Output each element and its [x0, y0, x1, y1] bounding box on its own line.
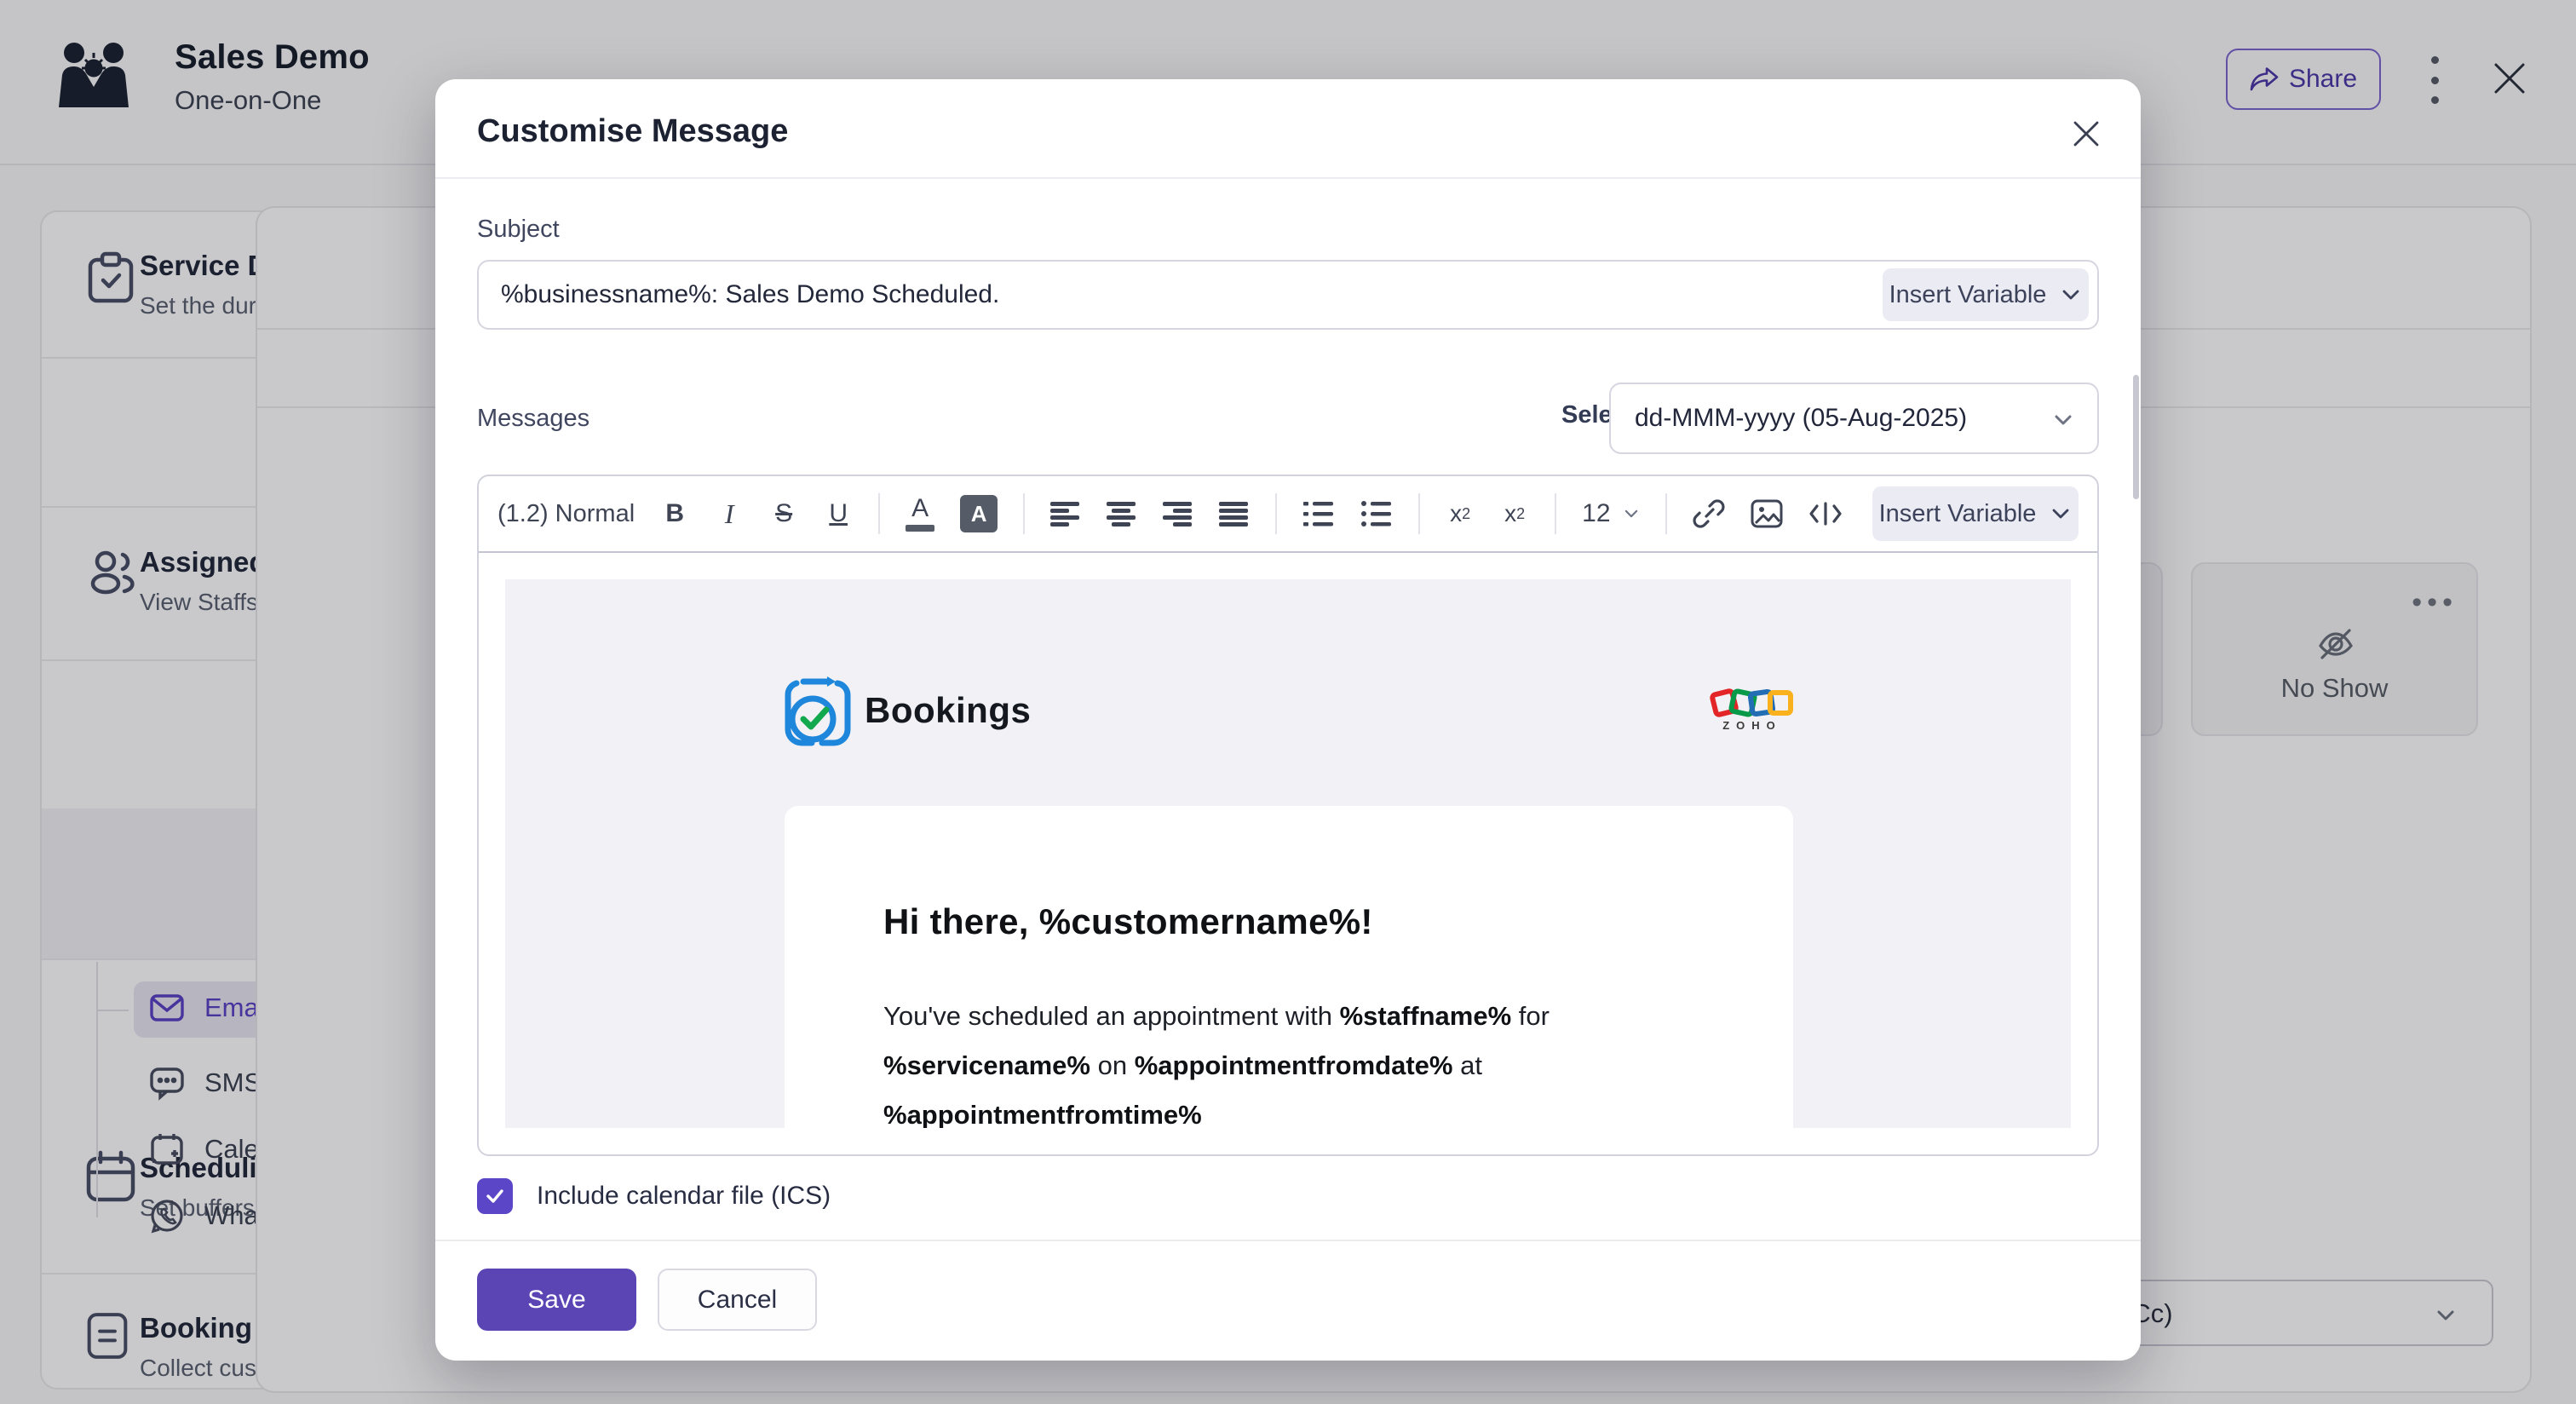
- ics-checkbox-label: Include calendar file (ICS): [537, 1182, 831, 1211]
- date-format-select[interactable]: dd-MMM-yyyy (05-Aug-2025): [1609, 383, 2099, 454]
- check-icon: [484, 1185, 506, 1207]
- message-editor: (1.2) Normal B I S U A A: [477, 475, 2099, 1156]
- toolbar-divider: [1665, 493, 1667, 534]
- zoho-wordmark: ZOHO: [1722, 719, 1782, 732]
- superscript-button[interactable]: x2: [1446, 490, 1475, 538]
- font-size-dropdown[interactable]: 12: [1582, 490, 1639, 538]
- modal-scrollbar-thumb[interactable]: [2133, 375, 2139, 499]
- bullet-list-icon: [1360, 500, 1393, 527]
- chevron-down-icon: [2060, 284, 2082, 306]
- customise-message-modal: Customise Message Subject Insert Variabl…: [435, 79, 2141, 1361]
- bookings-logo: Bookings: [785, 675, 1031, 746]
- align-left-button[interactable]: [1050, 490, 1081, 538]
- image-icon: [1751, 499, 1783, 528]
- align-left-icon: [1050, 501, 1081, 526]
- toolbar-divider: [1418, 493, 1420, 534]
- subject-label: Subject: [477, 216, 560, 244]
- link-icon: [1693, 498, 1725, 530]
- editor-content[interactable]: Bookings ZOHO Hi there, %customername%! …: [479, 553, 2097, 1154]
- bold-button[interactable]: B: [660, 490, 689, 538]
- align-center-icon: [1107, 501, 1137, 526]
- email-header: Bookings ZOHO: [785, 675, 1793, 746]
- code-view-button[interactable]: [1808, 490, 1843, 538]
- email-preview: Bookings ZOHO Hi there, %customername%! …: [505, 579, 2071, 1128]
- chevron-down-icon: [2050, 503, 2072, 525]
- underline-button[interactable]: U: [824, 490, 853, 538]
- modal-footer-divider: [435, 1240, 2141, 1241]
- align-right-icon: [1163, 501, 1193, 526]
- insert-image-button[interactable]: [1751, 490, 1783, 538]
- italic-button[interactable]: I: [715, 490, 744, 538]
- zoho-logo-squares: [1711, 690, 1793, 716]
- messages-label: Messages: [477, 405, 589, 433]
- toolbar-divider: [1275, 493, 1277, 534]
- toolbar-divider: [878, 493, 880, 534]
- ordered-list-button[interactable]: [1302, 490, 1335, 538]
- chevron-down-icon: [1623, 505, 1640, 522]
- ordered-list-icon: [1302, 500, 1335, 527]
- align-justify-button[interactable]: [1219, 490, 1250, 538]
- subscript-button[interactable]: x2: [1500, 490, 1529, 538]
- email-greeting: Hi there, %customername%!: [883, 901, 1694, 942]
- save-button[interactable]: Save: [477, 1269, 636, 1331]
- toolbar-divider: [1023, 493, 1025, 534]
- insert-variable-button-editor[interactable]: Insert Variable: [1872, 486, 2079, 541]
- editor-toolbar: (1.2) Normal B I S U A A: [479, 476, 2097, 553]
- text-color-button[interactable]: A: [906, 490, 934, 538]
- toolbar-divider: [1555, 493, 1556, 534]
- email-body: You've scheduled an appointment with %st…: [883, 992, 1694, 1128]
- zoho-logo: ZOHO: [1711, 690, 1793, 732]
- ics-checkbox[interactable]: [477, 1178, 513, 1214]
- bookings-logo-icon: [785, 675, 851, 746]
- modal-close-icon[interactable]: [2071, 118, 2102, 149]
- bullet-list-button[interactable]: [1360, 490, 1393, 538]
- highlight-color-button[interactable]: A: [960, 490, 998, 538]
- modal-title: Customise Message: [477, 113, 788, 150]
- align-justify-icon: [1219, 501, 1250, 526]
- align-center-button[interactable]: [1107, 490, 1137, 538]
- paragraph-style-dropdown[interactable]: (1.2) Normal: [497, 490, 635, 538]
- strikethrough-button[interactable]: S: [769, 490, 798, 538]
- bookings-wordmark: Bookings: [865, 690, 1031, 731]
- modal-header-divider: [435, 177, 2141, 179]
- code-icon: [1808, 499, 1843, 528]
- chevron-down-icon: [2051, 408, 2075, 432]
- align-right-button[interactable]: [1163, 490, 1193, 538]
- cancel-button[interactable]: Cancel: [658, 1269, 817, 1331]
- insert-variable-button-subject[interactable]: Insert Variable: [1883, 268, 2089, 321]
- ics-checkbox-row: Include calendar file (ICS): [477, 1178, 831, 1214]
- insert-link-button[interactable]: [1693, 490, 1725, 538]
- email-body-card: Hi there, %customername%! You've schedul…: [785, 806, 1793, 1128]
- date-format-value: dd-MMM-yyyy (05-Aug-2025): [1635, 404, 1967, 433]
- subject-input[interactable]: [501, 262, 1847, 328]
- subject-field: Insert Variable: [477, 260, 2099, 330]
